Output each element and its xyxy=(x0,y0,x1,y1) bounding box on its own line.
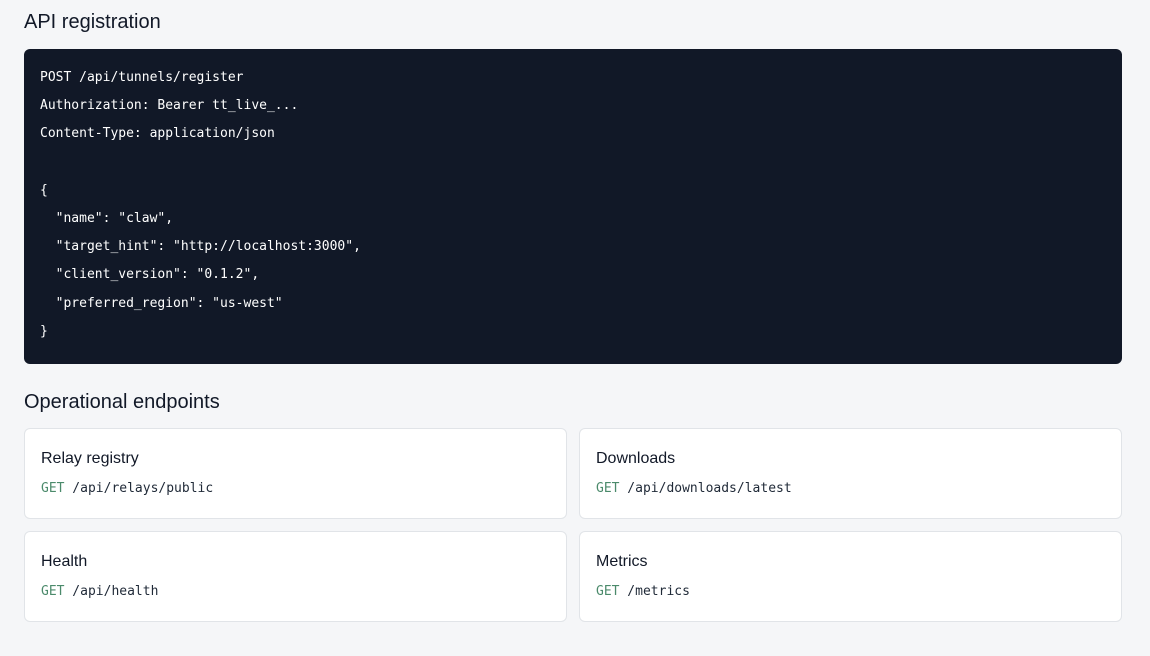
endpoint-path: /api/downloads/latest xyxy=(619,481,792,496)
endpoint-card-downloads: Downloads GET /api/downloads/latest xyxy=(579,428,1122,519)
code-line: "preferred_region": "us-west" xyxy=(40,295,283,311)
endpoint-method: GET xyxy=(41,481,65,496)
endpoint-card-health: Health GET /api/health xyxy=(24,531,567,622)
endpoint-card-metrics: Metrics GET /metrics xyxy=(579,531,1122,622)
endpoint-route: GET /api/downloads/latest xyxy=(596,481,1105,497)
endpoint-path: /api/health xyxy=(64,584,159,599)
endpoint-title: Relay registry xyxy=(41,450,139,467)
endpoint-route: GET /api/relays/public xyxy=(41,481,550,497)
code-line: POST /api/tunnels/register xyxy=(40,70,244,85)
code-line: } xyxy=(40,323,48,339)
endpoint-method: GET xyxy=(596,481,620,496)
endpoint-route: GET /metrics xyxy=(596,584,1105,600)
section-title-api-registration: API registration xyxy=(24,11,161,33)
code-line: "name": "claw", xyxy=(40,210,174,226)
endpoint-path: /api/relays/public xyxy=(64,481,214,496)
endpoint-title: Downloads xyxy=(596,450,676,467)
code-line: "target_hint": "http://localhost:3000", xyxy=(40,239,361,255)
code-line: Authorization: Bearer tt_live_... xyxy=(40,98,299,114)
endpoint-path: /metrics xyxy=(619,584,690,599)
endpoint-method: GET xyxy=(596,584,620,599)
code-block: POST /api/tunnels/register Authorization… xyxy=(24,49,1122,364)
code-line: { xyxy=(40,182,48,198)
endpoint-title: Health xyxy=(41,553,88,570)
endpoint-method: GET xyxy=(41,584,65,599)
code-line: Content-Type: application/json xyxy=(40,126,275,142)
section-title-operational-endpoints: Operational endpoints xyxy=(24,391,220,413)
endpoint-title: Metrics xyxy=(596,553,648,570)
endpoint-route: GET /api/health xyxy=(41,584,550,600)
code-line: "client_version": "0.1.2", xyxy=(40,267,260,283)
endpoint-card-relay-registry: Relay registry GET /api/relays/public xyxy=(24,428,567,519)
page: API registration POST /api/tunnels/regis… xyxy=(0,0,1150,656)
